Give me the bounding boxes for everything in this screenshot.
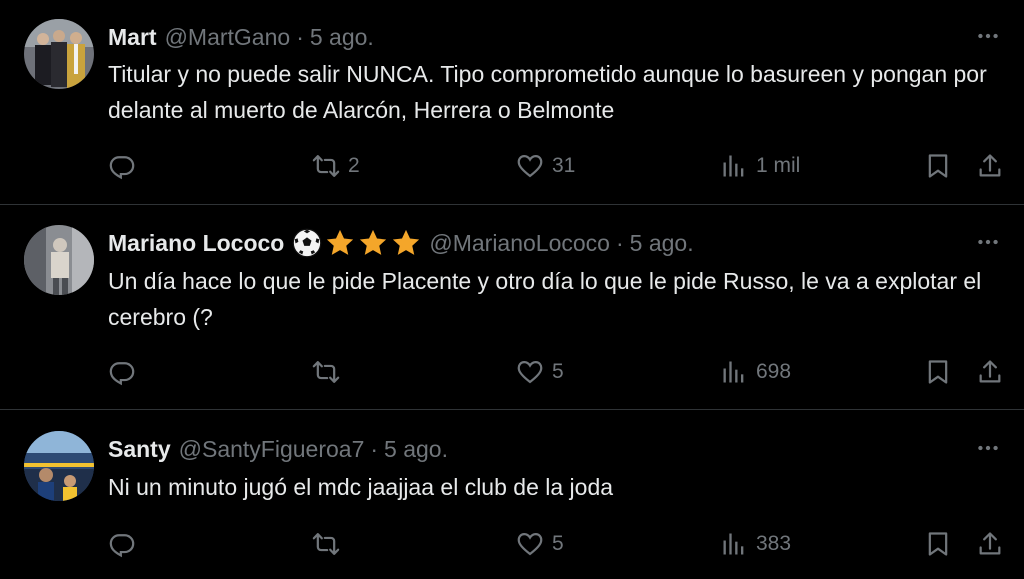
timestamp[interactable]: 5 ago.: [384, 436, 448, 463]
retweet-icon: [312, 152, 340, 180]
bookmark-button[interactable]: [924, 148, 952, 184]
views-chart-icon: [720, 530, 748, 558]
like-count: 5: [552, 532, 564, 555]
avatar[interactable]: [24, 19, 94, 89]
timestamp[interactable]: 5 ago.: [630, 230, 694, 257]
tweet-header: Mariano Lococo @MarianoLococo · 5 ago.: [108, 227, 694, 259]
retweet-button[interactable]: [312, 354, 348, 390]
tweet[interactable]: Santy @SantyFigueroa7 · 5 ago. Ni un min…: [0, 410, 1024, 579]
name-emoji-badges: [292, 228, 421, 258]
views-chart-icon: [720, 152, 748, 180]
bookmark-icon: [924, 152, 952, 180]
view-count: 383: [756, 532, 792, 555]
bookmark-button[interactable]: [924, 526, 952, 562]
action-bar: 5 698: [0, 354, 1024, 390]
heart-icon: [516, 358, 544, 386]
retweet-button[interactable]: 2: [312, 148, 360, 184]
share-icon: [976, 152, 1004, 180]
like-button[interactable]: 5: [516, 526, 564, 562]
views-button[interactable]: 383: [720, 526, 791, 562]
like-button[interactable]: 31: [516, 148, 575, 184]
reply-icon: [108, 152, 136, 180]
author-name[interactable]: Mart: [108, 24, 157, 51]
bookmark-icon: [924, 530, 952, 558]
star-icon: [391, 228, 421, 258]
bookmark-button[interactable]: [924, 354, 952, 390]
tweet-text: Titular y no puede salir NUNCA. Tipo com…: [108, 61, 987, 123]
avatar-photo: [24, 19, 94, 89]
share-button[interactable]: [976, 148, 1004, 184]
tweet[interactable]: Mariano Lococo @MarianoLococo · 5 ago. U…: [0, 205, 1024, 409]
views-chart-icon: [720, 358, 748, 386]
bookmark-icon: [924, 358, 952, 386]
more-icon: [975, 229, 1001, 255]
reply-icon: [108, 358, 136, 386]
reply-button[interactable]: [108, 526, 144, 562]
retweet-icon: [312, 530, 340, 558]
author-name[interactable]: Mariano Lococo: [108, 230, 284, 257]
author-name[interactable]: Santy: [108, 436, 171, 463]
tweet-text: Un día hace lo que le pide Placente y ot…: [108, 268, 982, 330]
action-bar: 5 383: [0, 526, 1024, 562]
reply-button[interactable]: [108, 148, 144, 184]
view-count: 1 mil: [756, 154, 801, 177]
tweet-text: Ni un minuto jugó el mdc jaajjaa el club…: [108, 474, 614, 500]
reply-button[interactable]: [108, 354, 144, 390]
avatar-photo: [24, 431, 94, 501]
separator-dot: ·: [615, 229, 624, 256]
tweet[interactable]: Mart @MartGano · 5 ago. Titular y no pue…: [0, 0, 1024, 204]
more-icon: [975, 435, 1001, 461]
timestamp[interactable]: 5 ago.: [310, 24, 374, 51]
retweet-count: 2: [348, 154, 360, 177]
reply-icon: [108, 530, 136, 558]
tweet-header: Mart @MartGano · 5 ago.: [108, 21, 374, 53]
star-icon: [358, 228, 388, 258]
share-button[interactable]: [976, 354, 1004, 390]
separator-dot: ·: [370, 435, 379, 462]
star-icon: [325, 228, 355, 258]
view-count: 698: [756, 360, 792, 383]
like-count: 5: [552, 360, 564, 383]
avatar[interactable]: [24, 225, 94, 295]
author-handle[interactable]: @MarianoLococo: [429, 230, 610, 257]
more-options-button[interactable]: [974, 228, 1002, 256]
heart-icon: [516, 530, 544, 558]
separator-dot: ·: [296, 23, 304, 50]
action-bar: 2 31 1 mil: [0, 148, 1024, 184]
more-options-button[interactable]: [974, 22, 1002, 50]
author-handle[interactable]: @MartGano: [165, 24, 291, 51]
author-handle[interactable]: @SantyFigueroa7: [179, 436, 365, 463]
avatar[interactable]: [24, 431, 94, 501]
more-options-button[interactable]: [974, 434, 1002, 462]
share-icon: [976, 358, 1004, 386]
like-count: 31: [552, 154, 576, 177]
share-button[interactable]: [976, 526, 1004, 562]
heart-icon: [516, 152, 544, 180]
like-button[interactable]: 5: [516, 354, 564, 390]
retweet-button[interactable]: [312, 526, 348, 562]
avatar-photo: [24, 225, 94, 295]
share-icon: [976, 530, 1004, 558]
more-icon: [975, 23, 1001, 49]
views-button[interactable]: 1 mil: [720, 148, 800, 184]
soccer-ball-icon: [292, 228, 322, 258]
tweet-header: Santy @SantyFigueroa7 · 5 ago.: [108, 433, 448, 465]
retweet-icon: [312, 358, 340, 386]
views-button[interactable]: 698: [720, 354, 791, 390]
